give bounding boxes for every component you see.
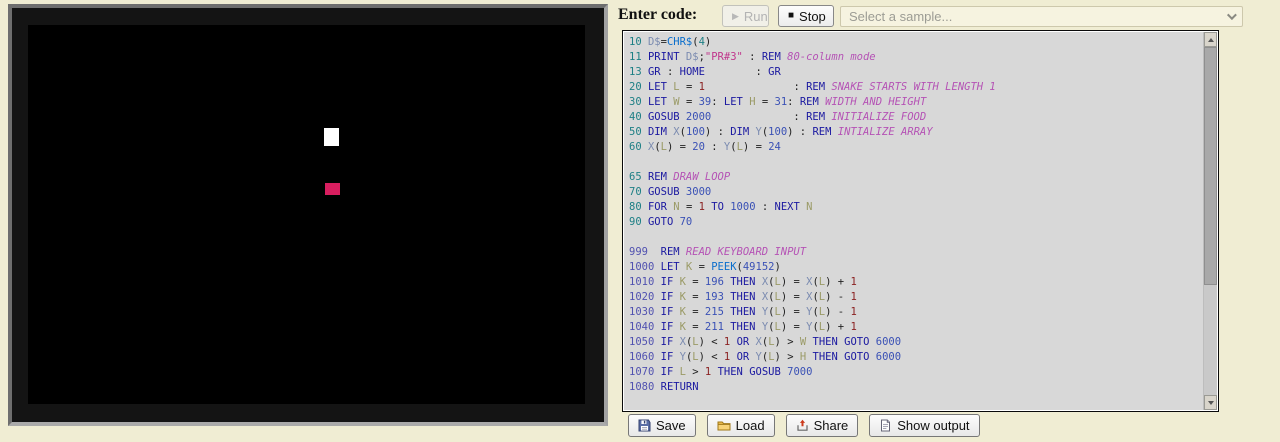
code-line: 11 PRINT D$;"PR#3" : REM 80-column mode — [629, 50, 1202, 65]
floppy-icon — [638, 419, 651, 432]
share-icon — [796, 419, 809, 432]
code-line: 1010 IF K = 196 THEN X(L) = X(L) + 1 — [629, 275, 1202, 290]
code-line: 65 REM DRAW LOOP — [629, 170, 1202, 185]
scroll-up-button[interactable] — [1204, 32, 1217, 47]
save-button[interactable]: Save — [628, 414, 696, 437]
footer-toolbar: Save Load Share Show output — [628, 414, 980, 437]
page-background: { "toolbar": { "label": "Enter code:", "… — [0, 0, 1280, 442]
code-line: 10 D$=CHR$(4) — [629, 35, 1202, 50]
code-line: 13 GR : HOME : GR — [629, 65, 1202, 80]
code-line: 1000 LET K = PEEK(49152) — [629, 260, 1202, 275]
code-line: 60 X(L) = 20 : Y(L) = 24 — [629, 140, 1202, 155]
crt-screen[interactable] — [28, 25, 585, 404]
food-block — [325, 183, 340, 195]
code-line: 30 LET W = 39: LET H = 31: REM WIDTH AND… — [629, 95, 1202, 110]
show-output-button[interactable]: Show output — [869, 414, 979, 437]
code-line: 1030 IF K = 215 THEN Y(L) = Y(L) - 1 — [629, 305, 1202, 320]
stop-icon: ■ — [788, 11, 794, 21]
code-line: 1050 IF X(L) < 1 OR X(L) > W THEN GOTO 6… — [629, 335, 1202, 350]
load-button[interactable]: Load — [707, 414, 775, 437]
run-button-label: Run — [744, 9, 768, 24]
code-line: 1080 RETURN — [629, 380, 1202, 395]
code-line: 1060 IF Y(L) < 1 OR Y(L) > H THEN GOTO 6… — [629, 350, 1202, 365]
scroll-thumb[interactable] — [1204, 47, 1217, 285]
run-button[interactable]: ▶ Run — [722, 5, 769, 27]
scroll-down-button[interactable] — [1204, 395, 1217, 410]
sample-select-placeholder: Select a sample... — [849, 9, 952, 24]
code-line: 1040 IF K = 211 THEN Y(L) = Y(L) + 1 — [629, 320, 1202, 335]
code-editor: 10 D$=CHR$(4)11 PRINT D$;"PR#3" : REM 80… — [622, 30, 1219, 412]
code-line — [629, 155, 1202, 170]
share-button[interactable]: Share — [786, 414, 859, 437]
chevron-down-icon — [1227, 10, 1237, 20]
show-output-button-label: Show output — [897, 418, 969, 433]
play-icon: ▶ — [732, 12, 739, 21]
code-line: 70 GOSUB 3000 — [629, 185, 1202, 200]
code-line: 80 FOR N = 1 TO 1000 : NEXT N — [629, 200, 1202, 215]
folder-icon — [717, 419, 731, 432]
code-line — [629, 395, 1202, 409]
down-arrow-icon — [1208, 401, 1214, 405]
code-line: 90 GOTO 70 — [629, 215, 1202, 230]
enter-code-label: Enter code: — [618, 6, 697, 24]
screen-frame — [8, 4, 608, 426]
code-line: 1070 IF L > 1 THEN GOSUB 7000 — [629, 365, 1202, 380]
sample-select[interactable]: Select a sample... — [840, 6, 1243, 27]
code-line: 1020 IF K = 193 THEN X(L) = X(L) - 1 — [629, 290, 1202, 305]
code-line: 50 DIM X(100) : DIM Y(100) : REM INTIALI… — [629, 125, 1202, 140]
snake-block — [324, 128, 339, 146]
document-icon — [879, 419, 892, 432]
stop-button-label: Stop — [799, 9, 826, 24]
editor-scrollbar — [1203, 32, 1217, 410]
code-input[interactable]: 10 D$=CHR$(4)11 PRINT D$;"PR#3" : REM 80… — [625, 33, 1202, 409]
code-line: 999 REM READ KEYBOARD INPUT — [629, 245, 1202, 260]
share-button-label: Share — [814, 418, 849, 433]
up-arrow-icon — [1208, 38, 1214, 42]
code-line: 20 LET L = 1 : REM SNAKE STARTS WITH LEN… — [629, 80, 1202, 95]
save-button-label: Save — [656, 418, 686, 433]
code-line: 40 GOSUB 2000 : REM INITIALIZE FOOD — [629, 110, 1202, 125]
code-line — [629, 230, 1202, 245]
stop-button[interactable]: ■ Stop — [778, 5, 834, 27]
load-button-label: Load — [736, 418, 765, 433]
